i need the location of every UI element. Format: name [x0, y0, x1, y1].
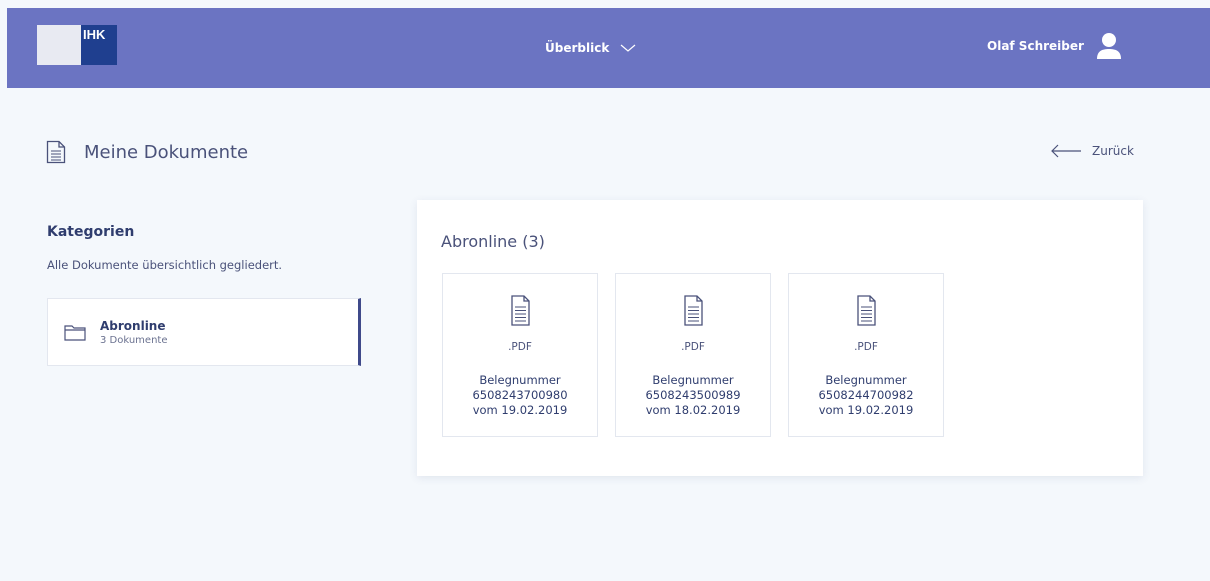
category-item-abronline[interactable]: Abronline 3 Dokumente	[47, 298, 361, 366]
document-card[interactable]: .PDF Belegnummer 6508244700982 vom 19.02…	[788, 273, 944, 437]
category-name: Abronline	[100, 318, 166, 333]
categories-subtitle: Alle Dokumente übersichtlich gegliedert.	[47, 258, 283, 272]
page-title-text: Meine Dokumente	[84, 141, 249, 163]
chevron-down-icon	[620, 44, 636, 52]
logo-text: IHK	[81, 25, 117, 65]
document-number: 6508243700980	[472, 388, 568, 402]
category-count: 3 Dokumente	[100, 334, 168, 346]
document-label: Belegnummer	[652, 373, 734, 387]
document-type: .PDF	[681, 341, 705, 353]
document-label: Belegnummer	[825, 373, 907, 387]
category-text: Abronline 3 Dokumente	[100, 319, 168, 346]
document-details: Belegnummer 6508244700982 vom 19.02.2019	[789, 373, 943, 418]
documents-panel-title: Abronline (3)	[441, 232, 545, 251]
document-label: Belegnummer	[479, 373, 561, 387]
user-menu[interactable]: Olaf Schreiber	[987, 32, 1122, 60]
logo-light-block	[37, 25, 81, 65]
pdf-document-icon	[857, 295, 876, 326]
document-number: 6508244700982	[818, 388, 914, 402]
folder-icon	[64, 325, 86, 341]
user-name: Olaf Schreiber	[987, 39, 1084, 53]
categories-heading: Kategorien	[47, 224, 135, 240]
document-type: .PDF	[854, 341, 878, 353]
document-details: Belegnummer 6508243700980 vom 19.02.2019	[443, 373, 597, 418]
document-card[interactable]: .PDF Belegnummer 6508243700980 vom 19.02…	[442, 273, 598, 437]
document-number: 6508243500989	[645, 388, 741, 402]
back-link-label: Zurück	[1092, 144, 1134, 158]
document-date: vom 19.02.2019	[472, 403, 568, 417]
documents-panel: Abronline (3) .PDF Belegnummer 650824370…	[417, 200, 1143, 476]
document-icon	[46, 140, 66, 164]
ihk-logo[interactable]: IHK	[37, 25, 117, 65]
back-link[interactable]: Zurück	[1050, 144, 1134, 158]
page-title: Meine Dokumente	[46, 140, 248, 164]
document-details: Belegnummer 6508243500989 vom 18.02.2019	[616, 373, 770, 418]
document-date: vom 18.02.2019	[645, 403, 741, 417]
pdf-document-icon	[511, 295, 530, 326]
document-type: .PDF	[508, 341, 532, 353]
overview-menu[interactable]: Überblick	[545, 38, 637, 58]
document-card[interactable]: .PDF Belegnummer 6508243500989 vom 18.02…	[615, 273, 771, 437]
arrow-left-icon	[1051, 144, 1081, 158]
document-date: vom 19.02.2019	[818, 403, 914, 417]
top-navigation-bar: IHK Überblick Olaf Schreiber	[7, 8, 1210, 88]
user-icon	[1096, 33, 1121, 59]
overview-menu-label: Überblick	[545, 41, 610, 55]
pdf-document-icon	[684, 295, 703, 326]
